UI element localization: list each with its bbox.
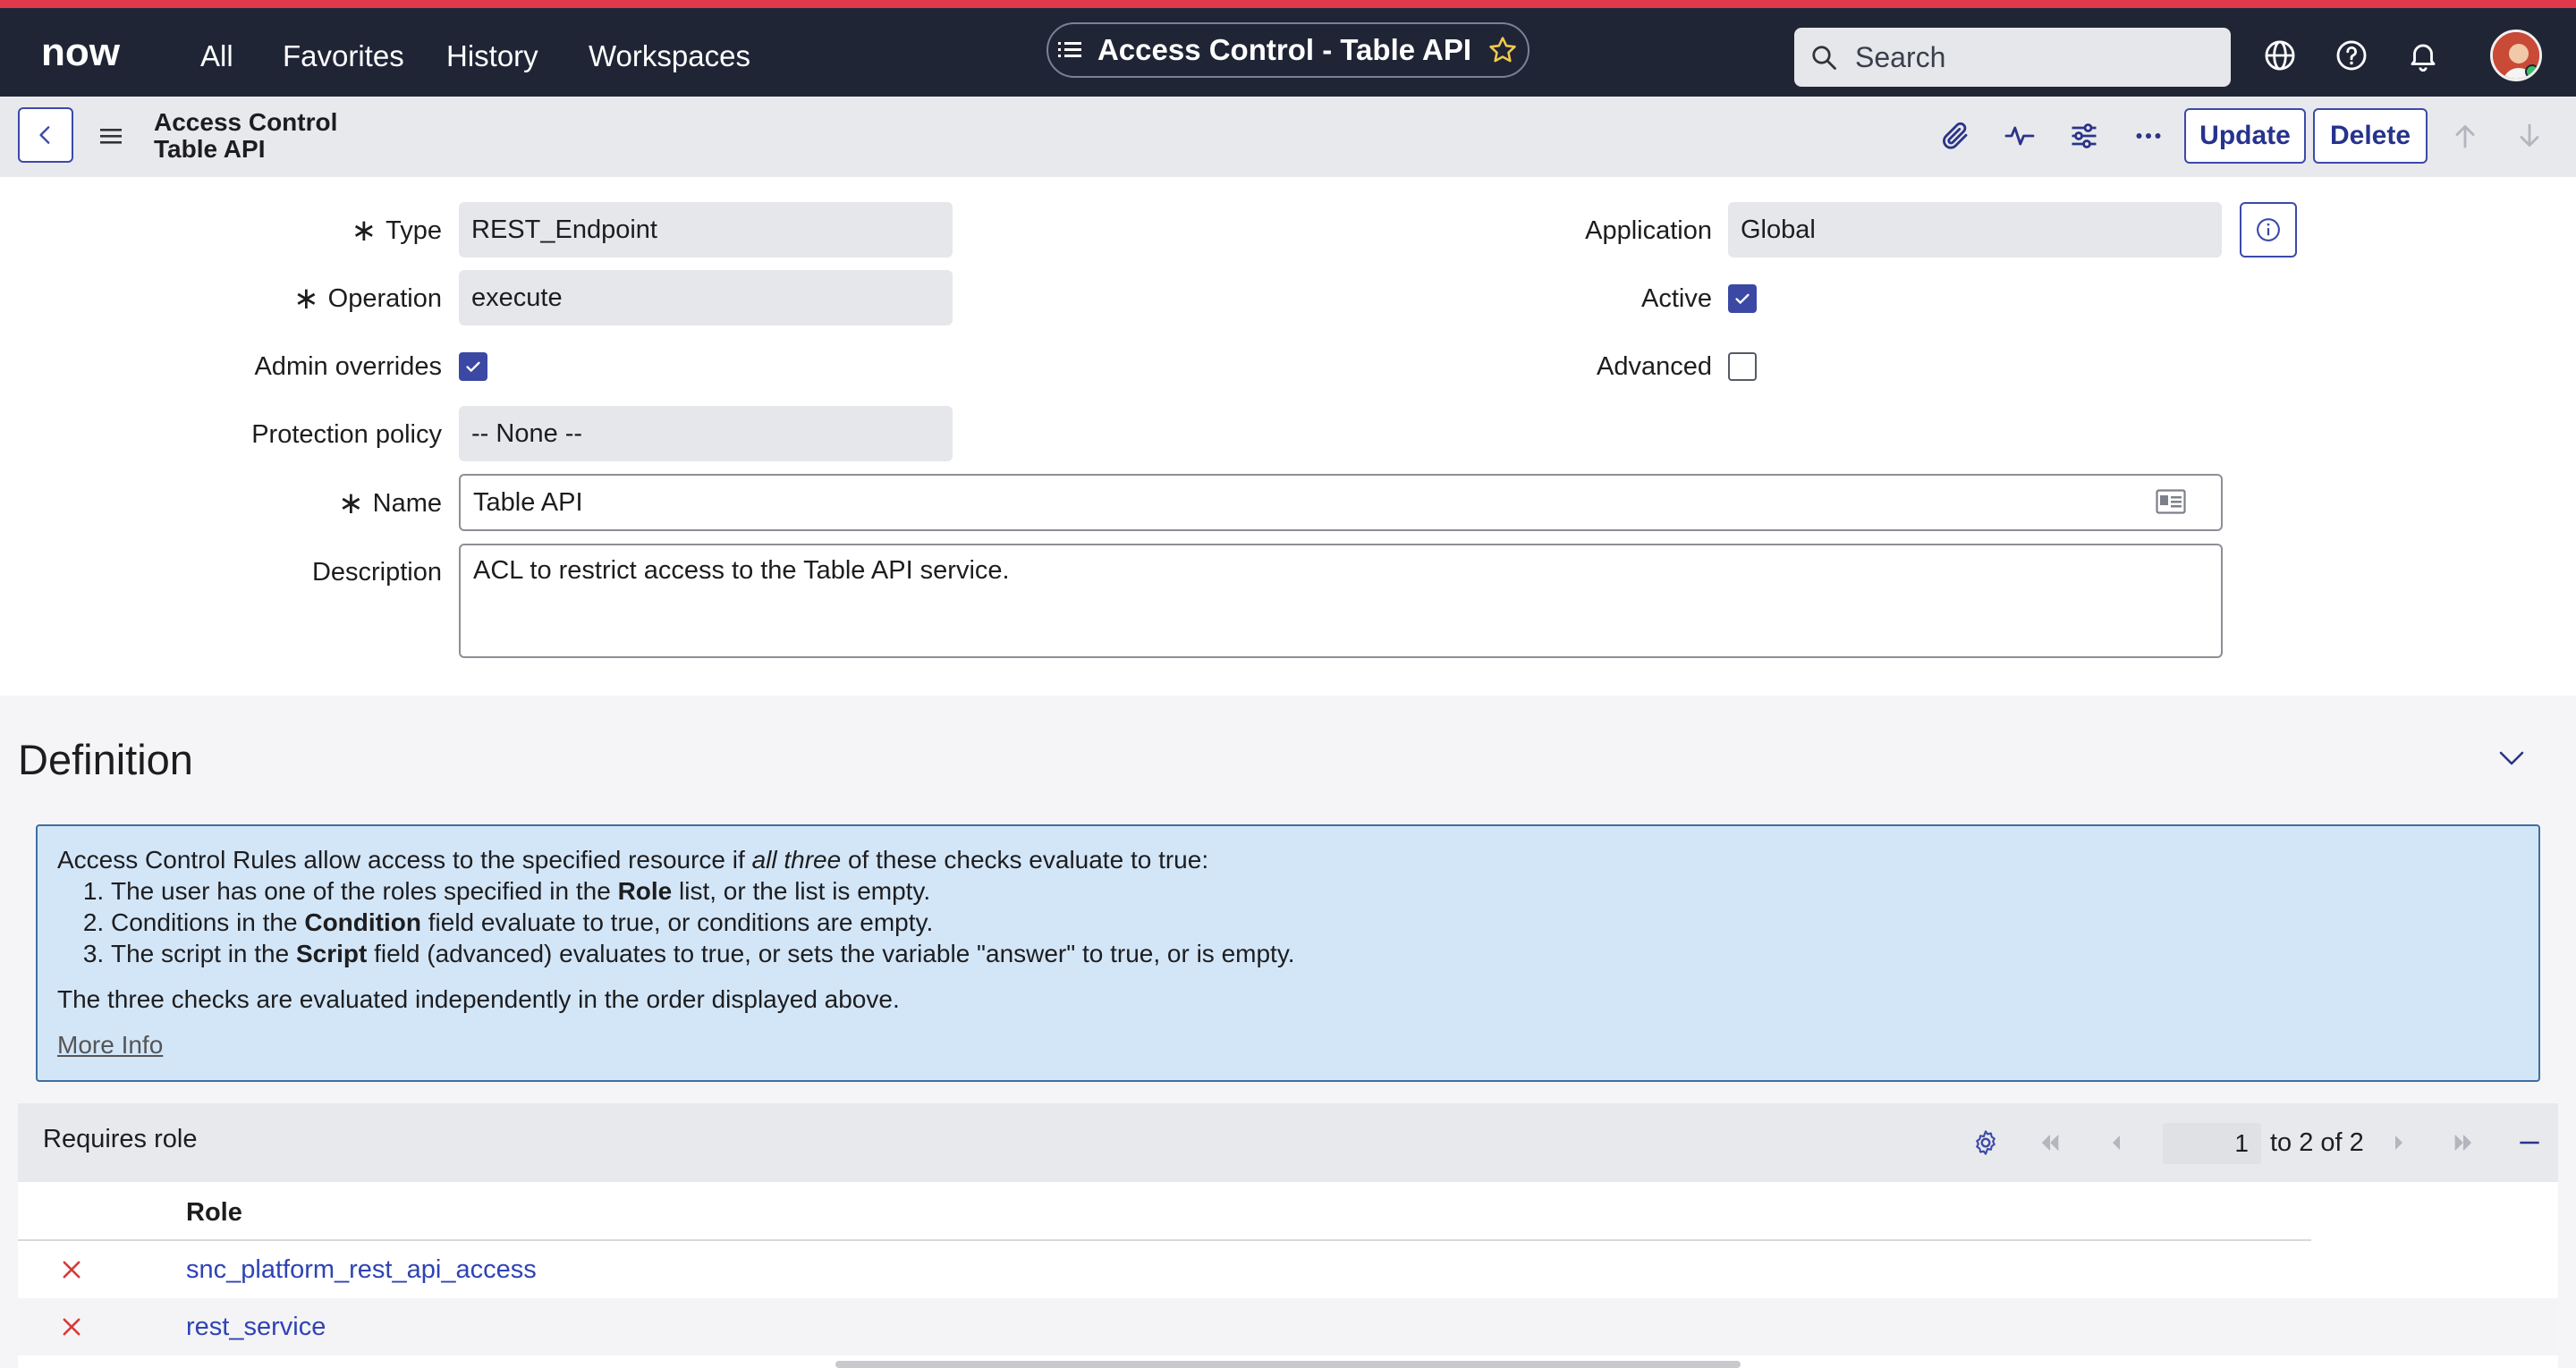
globe-icon[interactable]	[2263, 38, 2297, 72]
record-heading: Access Control Table API	[154, 109, 337, 163]
description-value: ACL to restrict access to the Table API …	[473, 556, 1010, 585]
advanced-checkbox[interactable]	[1728, 352, 1757, 381]
search-input[interactable]	[1853, 39, 2193, 75]
type-label: ∗ Type	[351, 214, 442, 248]
nav-history[interactable]: History	[446, 38, 538, 74]
update-button[interactable]: Update	[2184, 108, 2306, 164]
paperclip-icon[interactable]	[1939, 120, 1971, 152]
record-form: ∗ Type REST_Endpoint ∗ Operation execute A…	[0, 177, 2576, 696]
name-label: ∗ Name	[338, 486, 442, 520]
page-number-input[interactable]	[2163, 1123, 2261, 1164]
active-checkbox[interactable]	[1728, 284, 1757, 313]
next-page-icon[interactable]	[2385, 1128, 2413, 1157]
check-item: The script in the Script field (advanced…	[111, 938, 2519, 969]
role-link[interactable]: rest_service	[186, 1313, 326, 1342]
remove-x-icon[interactable]	[59, 1314, 84, 1339]
requires-role-table: Role snc_platform_rest_api_access rest_s…	[18, 1182, 2558, 1368]
previous-page-icon[interactable]	[2102, 1128, 2131, 1157]
help-icon[interactable]	[2334, 38, 2368, 72]
star-icon[interactable]	[1487, 35, 1518, 65]
required-asterisk-icon: ∗	[351, 214, 377, 248]
application-label: Application	[1585, 216, 1712, 245]
checkmark-icon	[1735, 293, 1750, 304]
name-value: Table API	[473, 487, 583, 517]
record-title-pill[interactable]: Access Control - Table API	[1046, 22, 1530, 78]
checkmark-icon	[466, 361, 480, 372]
more-info-link[interactable]: More Info	[57, 1031, 163, 1059]
id-card-icon[interactable]	[2156, 488, 2186, 515]
svg-text:now: now	[41, 30, 121, 74]
record-title: Access Control - Table API	[1097, 33, 1472, 66]
collapse-minus-icon[interactable]	[2515, 1128, 2544, 1157]
record-display-name: Table API	[154, 135, 266, 163]
form-header: Access Control Table API Update Delete	[0, 97, 2576, 177]
acl-info-box: Access Control Rules allow access to the…	[36, 824, 2540, 1082]
gear-icon[interactable]	[1971, 1128, 2000, 1157]
application-info-button[interactable]	[2240, 202, 2297, 258]
record-table-name: Access Control	[154, 108, 338, 136]
check-list: The user has one of the roles specified …	[57, 875, 2519, 969]
table-row: rest_service	[18, 1298, 2558, 1355]
requires-role-list-header: Requires role to 2 of 2	[18, 1103, 2558, 1182]
global-search[interactable]	[1794, 28, 2231, 87]
info-icon	[2257, 218, 2280, 241]
chevron-left-icon	[39, 126, 50, 144]
nav-workspaces[interactable]: Workspaces	[589, 38, 750, 74]
check-item: The user has one of the roles specified …	[111, 875, 2519, 907]
servicenow-logo[interactable]: now	[41, 30, 145, 76]
user-avatar[interactable]	[2490, 30, 2542, 81]
horizontal-scrollbar[interactable]	[835, 1361, 1741, 1368]
active-label: Active	[1641, 284, 1712, 313]
notification-bell-icon[interactable]	[2406, 38, 2440, 72]
admin-overrides-checkbox[interactable]	[459, 352, 487, 381]
more-options-icon[interactable]	[2132, 120, 2165, 152]
table-header-row: Role	[18, 1182, 2311, 1241]
definition-heading: Definition	[18, 736, 193, 783]
required-asterisk-icon: ∗	[293, 282, 319, 316]
type-field[interactable]: REST_Endpoint	[459, 202, 953, 258]
name-field[interactable]: Table API	[459, 474, 2223, 531]
related-list-title: Requires role	[43, 1125, 198, 1153]
table-row: snc_platform_rest_api_access	[18, 1241, 2558, 1298]
search-icon	[1812, 46, 1836, 70]
delete-button[interactable]: Delete	[2313, 108, 2428, 164]
back-button[interactable]	[18, 107, 73, 163]
admin-overrides-label: Admin overrides	[254, 352, 442, 381]
arrow-up-icon[interactable]	[2449, 120, 2481, 152]
role-link[interactable]: snc_platform_rest_api_access	[186, 1255, 537, 1285]
required-asterisk-icon: ∗	[338, 486, 364, 520]
pagination-count: to 2 of 2	[2270, 1128, 2364, 1157]
operation-label: ∗ Operation	[293, 282, 442, 316]
advanced-label: Advanced	[1597, 352, 1712, 381]
nav-favorites[interactable]: Favorites	[283, 38, 404, 74]
nav-all[interactable]: All	[200, 38, 233, 74]
description-label: Description	[311, 558, 442, 587]
check-item: Conditions in the Condition field evalua…	[111, 907, 2519, 938]
description-field[interactable]: ACL to restrict access to the Table API …	[459, 544, 2223, 658]
info-note: The three checks are evaluated independe…	[57, 985, 900, 1013]
last-page-icon[interactable]	[2449, 1128, 2478, 1157]
remove-x-icon[interactable]	[59, 1257, 84, 1282]
chevron-down-icon[interactable]	[2496, 747, 2528, 769]
first-page-icon[interactable]	[2036, 1128, 2064, 1157]
arrow-down-icon[interactable]	[2513, 120, 2546, 152]
definition-section: Definition Access Control Rules allow ac…	[0, 696, 2576, 1368]
activity-icon[interactable]	[2004, 120, 2036, 152]
protection-policy-label: Protection policy	[251, 420, 442, 449]
presence-indicator	[2525, 64, 2539, 79]
sliders-icon[interactable]	[2068, 120, 2100, 152]
info-intro: Access Control Rules allow access to the…	[57, 846, 1209, 874]
top-navigation-bar: now All Favorites History Workspaces Acc…	[0, 0, 2576, 97]
operation-field[interactable]: execute	[459, 270, 953, 325]
list-icon	[1057, 42, 1081, 57]
application-field: Global	[1728, 202, 2222, 258]
hamburger-menu-icon[interactable]	[98, 125, 123, 147]
protection-policy-select[interactable]: -- None --	[459, 406, 953, 461]
column-header-role[interactable]: Role	[186, 1198, 242, 1228]
